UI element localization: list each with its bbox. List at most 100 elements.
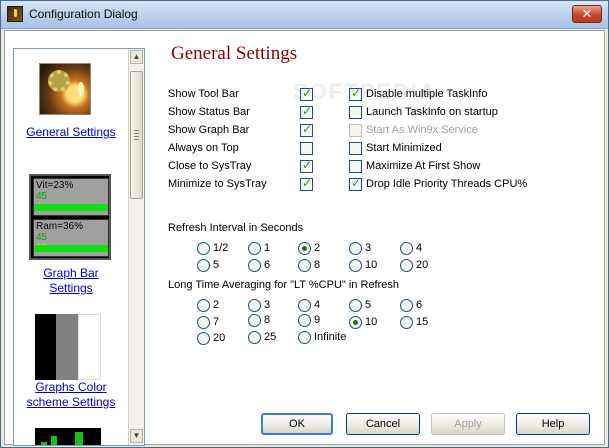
option-label-disable-multiple-taskinfo: Disable multiple TaskInfo — [366, 88, 488, 100]
radio-avg-25[interactable] — [248, 331, 261, 344]
scroll-up-arrow-icon[interactable]: ▲ — [130, 50, 143, 64]
radio-refresh-4[interactable] — [400, 242, 413, 255]
graph-preview-ram-title: Ram=36% — [36, 221, 83, 232]
app-icon — [7, 6, 23, 22]
option-label-close-to-systray: Close to SysTray — [168, 160, 252, 172]
graph-bar-thumbnail-icon[interactable]: Vit=23% 45 4 Ram=36% 45 22 — [29, 174, 111, 260]
radio-label-avg-2: 2 — [213, 299, 220, 311]
nav-label-color-scheme-line1[interactable]: Graphs Color — [14, 380, 128, 395]
nav-label-graph-bar-line2[interactable]: Settings — [14, 281, 128, 296]
ok-button[interactable]: OK — [261, 413, 333, 435]
checkbox-show-status-bar[interactable] — [300, 104, 313, 119]
checkbox-start-minimized[interactable] — [349, 142, 362, 155]
color-scheme-thumbnail-icon[interactable] — [35, 314, 101, 380]
radio-refresh-0-5[interactable] — [197, 242, 210, 255]
radio-refresh-6[interactable] — [248, 259, 261, 272]
radio-label-refresh-3: 3 — [365, 242, 372, 254]
radio-avg-8[interactable] — [248, 314, 261, 327]
radio-label-refresh-2: 2 — [314, 242, 321, 254]
radio-refresh-3[interactable] — [349, 242, 362, 255]
radio-label-avg-20: 20 — [213, 332, 226, 344]
radio-label-avg-3: 3 — [264, 299, 271, 311]
window-title: Configuration Dialog — [29, 7, 138, 21]
radio-refresh-8[interactable] — [298, 259, 311, 272]
radio-label-refresh-10: 10 — [365, 259, 378, 271]
radio-refresh-5[interactable] — [197, 259, 210, 272]
radio-refresh-2[interactable] — [298, 242, 311, 255]
scrollbar-thumb[interactable] — [130, 71, 143, 199]
dialog-client-area: General Settings Vit=23% 45 4 Ram=36% 45… — [4, 30, 605, 446]
option-label-show-tool-bar: Show Tool Bar — [168, 88, 239, 100]
nav-vertical-scrollbar[interactable]: ▲ ▼ — [128, 49, 144, 445]
radio-avg-2[interactable] — [197, 299, 210, 312]
nav-label-color-scheme-line2[interactable]: scheme Settings — [14, 395, 128, 410]
nav-item-graph-bar-settings[interactable]: Graph Bar Settings — [14, 266, 128, 296]
checkbox-show-graph-bar[interactable] — [300, 122, 313, 137]
graph-preview-cpu-title: Vit=23% — [36, 180, 74, 191]
radio-avg-infinite[interactable] — [298, 331, 311, 344]
graph-preview-cpu-bar — [34, 204, 108, 211]
graph-preview-ram-num1: 45 — [36, 232, 48, 243]
radio-avg-9[interactable] — [298, 314, 311, 327]
radio-avg-6[interactable] — [400, 299, 413, 312]
help-button[interactable]: Help — [516, 413, 590, 435]
option-label-drop-idle-priority: Drop Idle Priority Threads CPU% — [366, 178, 528, 190]
radio-label-avg-10: 10 — [365, 316, 378, 328]
graph-preview-cpu-num1: 45 — [36, 191, 48, 202]
radio-avg-4[interactable] — [298, 299, 311, 312]
graph-preview-panel-cpu: Vit=23% 45 4 — [33, 178, 109, 216]
radio-label-refresh-6: 6 — [264, 259, 271, 271]
radio-label-refresh-1: 1 — [264, 242, 271, 254]
radio-refresh-1[interactable] — [248, 242, 261, 255]
radio-label-refresh-4: 4 — [416, 242, 423, 254]
checkbox-launch-on-startup[interactable] — [349, 106, 362, 119]
checkbox-close-to-systray[interactable] — [300, 158, 313, 173]
nav-label-graph-bar-line1[interactable]: Graph Bar — [14, 266, 128, 281]
radio-label-avg-5: 5 — [365, 299, 372, 311]
radio-label-avg-15: 15 — [416, 316, 429, 328]
scroll-down-arrow-icon[interactable]: ▼ — [130, 429, 143, 443]
radio-label-avg-infinite: Infinite — [314, 331, 347, 343]
radio-avg-3[interactable] — [248, 299, 261, 312]
radio-label-avg-8: 8 — [264, 314, 271, 326]
averaging-label: Long Time Averaging for "LT %CPU" in Ref… — [168, 279, 399, 291]
nav-item-color-scheme-settings[interactable]: Graphs Color scheme Settings — [14, 380, 128, 410]
checkbox-always-on-top[interactable] — [300, 142, 313, 155]
option-label-start-as-service: Start As Win9x Service — [366, 124, 478, 136]
refresh-interval-label: Refresh Interval in Seconds — [168, 222, 304, 234]
option-label-minimize-to-systray: Minimize to SysTray — [168, 178, 267, 190]
radio-avg-15[interactable] — [400, 316, 413, 329]
radio-refresh-20[interactable] — [400, 259, 413, 272]
radio-avg-20[interactable] — [197, 332, 210, 345]
checkbox-drop-idle-priority[interactable] — [349, 176, 362, 191]
general-settings-thumbnail-icon[interactable] — [39, 63, 91, 115]
apply-button: Apply — [431, 413, 505, 435]
checkbox-minimize-to-systray[interactable] — [300, 176, 313, 191]
checkbox-start-as-service — [349, 124, 362, 137]
additional-settings-thumbnail-icon[interactable] — [35, 428, 101, 445]
radio-label-avg-7: 7 — [213, 316, 220, 328]
checkbox-maximize-at-first-show[interactable] — [349, 160, 362, 173]
option-label-maximize-at-first-show: Maximize At First Show — [366, 160, 481, 172]
checkbox-disable-multiple-taskinfo[interactable] — [349, 86, 362, 101]
candle-flame-icon — [78, 82, 84, 96]
title-bar[interactable]: Configuration Dialog ✕ — [1, 1, 608, 29]
radio-label-avg-9: 9 — [314, 314, 321, 326]
radio-refresh-10[interactable] — [349, 259, 362, 272]
graph-preview-panel-ram: Ram=36% 45 22 — [33, 219, 109, 257]
checkbox-show-tool-bar[interactable] — [300, 86, 313, 101]
configuration-dialog: Configuration Dialog ✕ General Settings … — [0, 0, 609, 448]
radio-label-avg-25: 25 — [264, 331, 277, 343]
close-button[interactable]: ✕ — [572, 5, 602, 23]
nav-label-general-settings[interactable]: General Settings — [26, 125, 115, 139]
radio-label-refresh-20: 20 — [416, 259, 429, 271]
radio-label-refresh-0-5: 1/2 — [213, 242, 229, 254]
radio-avg-10[interactable] — [349, 316, 362, 329]
option-label-start-minimized: Start Minimized — [366, 142, 442, 154]
nav-item-general-settings[interactable]: General Settings — [14, 125, 128, 140]
option-label-show-status-bar: Show Status Bar — [168, 106, 250, 118]
radio-avg-5[interactable] — [349, 299, 362, 312]
option-label-always-on-top: Always on Top — [168, 142, 239, 154]
radio-avg-7[interactable] — [197, 316, 210, 329]
cancel-button[interactable]: Cancel — [346, 413, 420, 435]
